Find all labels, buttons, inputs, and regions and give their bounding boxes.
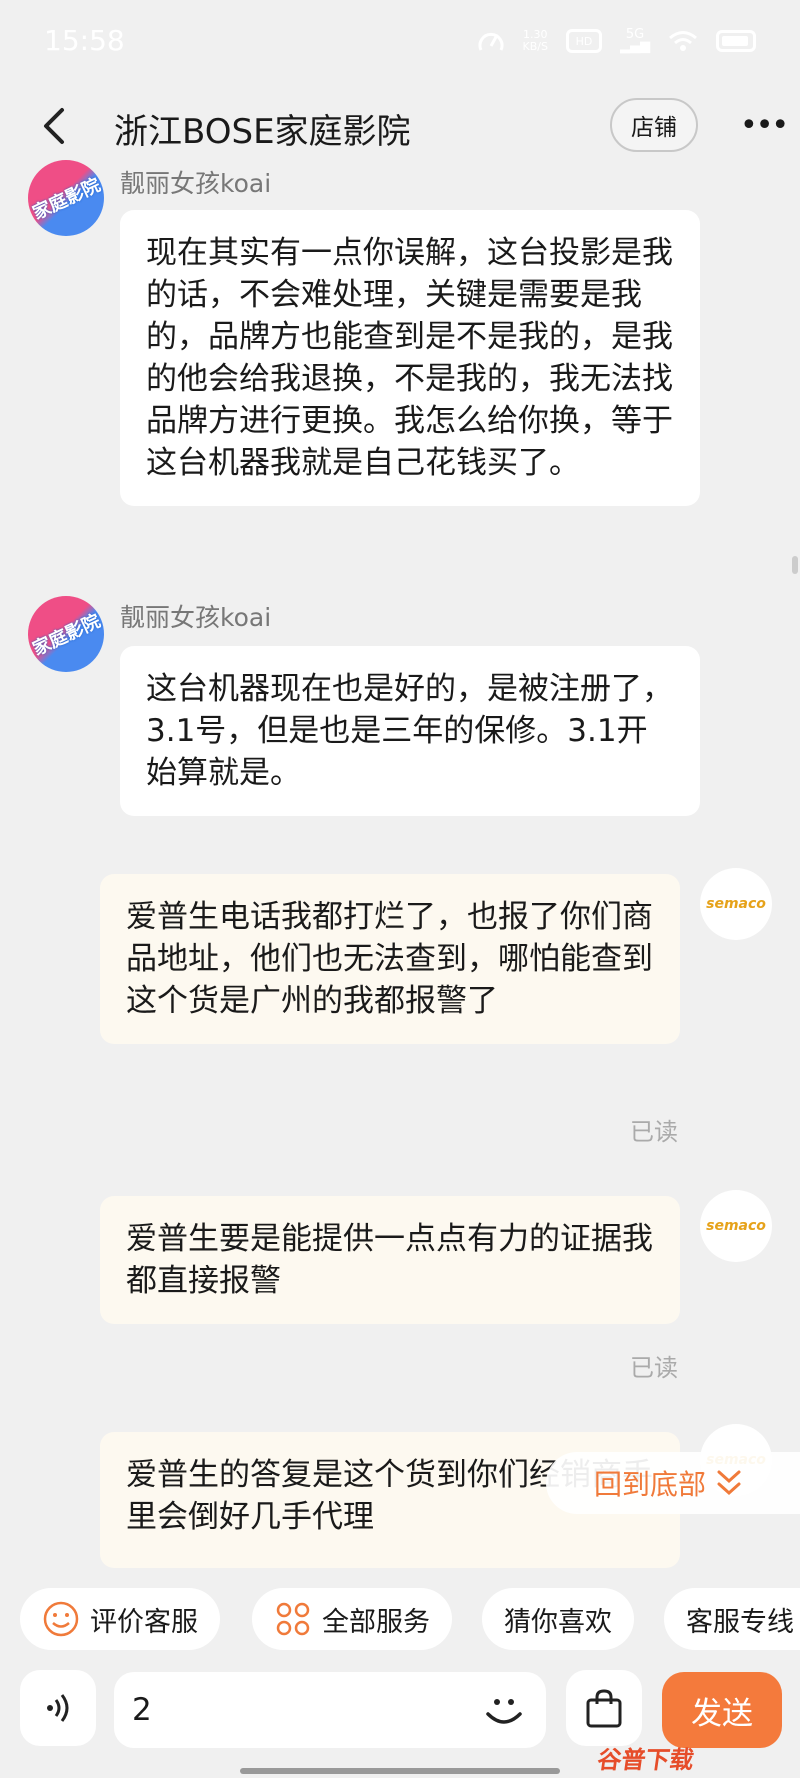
shop-button[interactable]: 店铺: [610, 98, 698, 152]
page-title: 浙江BOSE家庭影院: [114, 112, 411, 152]
message-bubble[interactable]: 爱普生要是能提供一点点有力的证据我都直接报警: [100, 1196, 680, 1324]
voice-button[interactable]: [20, 1670, 96, 1746]
home-indicator[interactable]: [240, 1768, 560, 1774]
status-icons: 1.30 KB/S HD 5G ▂▄▆: [477, 28, 756, 54]
emoji-icon[interactable]: [480, 1686, 528, 1734]
wifi-icon: [669, 31, 697, 51]
hd-icon: HD: [566, 29, 602, 53]
double-chevron-down-icon: [717, 1470, 741, 1496]
voice-icon: [47, 1694, 69, 1722]
chip-label: 猜你喜欢: [504, 1606, 612, 1638]
smile-icon: [43, 1601, 79, 1637]
watermark: 谷普下载: [595, 1746, 696, 1774]
product-button[interactable]: [566, 1670, 642, 1746]
battery-icon: [716, 30, 756, 52]
chip-all-services[interactable]: 全部服务: [252, 1588, 452, 1650]
back-to-bottom-button[interactable]: 回到底部: [546, 1452, 800, 1514]
back-to-bottom-label: 回到底部: [594, 1468, 707, 1501]
message-bubble[interactable]: 爱普生电话我都打烂了，也报了你们商品地址，他们也无法查到，哪怕能查到这个货是广州…: [100, 874, 680, 1044]
status-time: 15:58: [44, 24, 125, 57]
net-speed: 1.30 KB/S: [522, 28, 548, 53]
avatar[interactable]: semaco: [700, 1190, 772, 1262]
speed-icon: [478, 32, 504, 51]
chip-service-hotline[interactable]: 客服专线: [664, 1588, 800, 1650]
avatar[interactable]: 家庭影院: [28, 160, 104, 236]
avatar[interactable]: 家庭影院: [28, 596, 104, 672]
signal-icon: 5G ▂▄▆: [620, 27, 650, 54]
chip-label: 全部服务: [322, 1606, 430, 1638]
chip-label: 评价客服: [90, 1606, 198, 1638]
shopping-bag-icon: [586, 1689, 622, 1728]
avatar[interactable]: semaco: [700, 868, 772, 940]
read-status: 已读: [630, 1118, 678, 1146]
message-bubble[interactable]: 这台机器现在也是好的，是被注册了，3.1号，但是也是三年的保修。3.1开始算就是…: [120, 646, 700, 816]
sender-name: 靓丽女孩koai: [120, 603, 272, 632]
back-arrow-icon[interactable]: [36, 104, 76, 148]
sender-name: 靓丽女孩koai: [120, 169, 272, 194]
message-bubble[interactable]: 现在其实有一点你误解，这台投影是我的话，不会难处理，关键是需要是我的，品牌方也能…: [120, 210, 700, 506]
more-icon[interactable]: •••: [740, 108, 789, 143]
chip-rate-service[interactable]: 评价客服: [20, 1588, 220, 1650]
grid-icon: [276, 1602, 310, 1636]
scroll-indicator[interactable]: [792, 556, 798, 574]
send-button[interactable]: 发送: [662, 1672, 782, 1748]
chip-guess-you-like[interactable]: 猜你喜欢: [482, 1588, 634, 1650]
chip-label: 客服专线: [686, 1606, 794, 1638]
read-status: 已读: [630, 1354, 678, 1382]
